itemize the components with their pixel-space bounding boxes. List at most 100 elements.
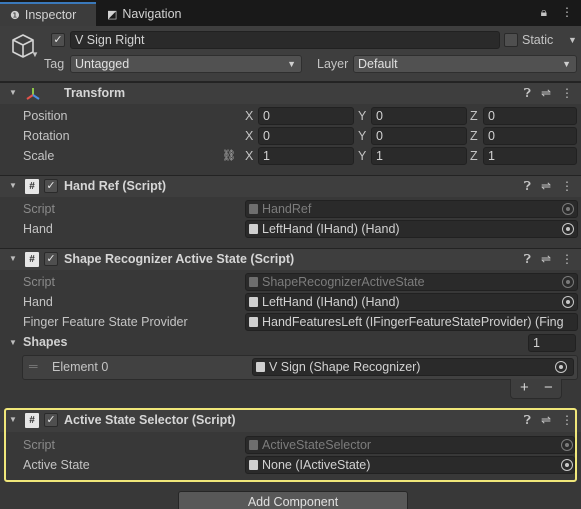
object-picker-icon: [562, 203, 574, 215]
hand-label: Hand: [23, 295, 53, 309]
help-icon[interactable]: ❓︎: [524, 179, 531, 194]
component-enabled-checkbox[interactable]: ✓: [44, 252, 58, 266]
hand-field[interactable]: LeftHand (IHand) (Hand): [245, 293, 578, 311]
rotation-y-input[interactable]: 0: [371, 127, 467, 145]
scale-y-input[interactable]: 1: [371, 147, 467, 165]
finger-feature-provider-field[interactable]: HandFeaturesLeft (IFingerFeatureStatePro…: [245, 313, 578, 331]
kebab-menu-icon[interactable]: ⋮: [561, 86, 573, 101]
axis-x-label[interactable]: X: [245, 129, 253, 143]
preset-icon[interactable]: ⇌: [541, 252, 551, 267]
script-field: ShapeRecognizerActiveState: [245, 273, 578, 291]
position-label[interactable]: Position: [23, 109, 67, 123]
axis-z-label[interactable]: Z: [470, 109, 478, 123]
script-asset-icon: [249, 204, 258, 214]
shapes-label[interactable]: Shapes: [23, 335, 67, 349]
component-enabled-checkbox[interactable]: ✓: [44, 179, 58, 193]
script-field: HandRef: [245, 200, 578, 218]
axis-y-label[interactable]: Y: [358, 149, 366, 163]
hand-field[interactable]: LeftHand (IHand) (Hand): [245, 220, 578, 238]
add-element-button[interactable]: +: [520, 379, 529, 396]
tab-label: Navigation: [122, 7, 182, 21]
fold-arrow-icon[interactable]: ▼: [9, 254, 17, 263]
axis-x-label[interactable]: X: [245, 149, 253, 163]
position-x-input[interactable]: 0: [258, 107, 354, 125]
component-title: Hand Ref (Script): [64, 179, 167, 193]
script-icon: #: [25, 252, 39, 267]
list-add-remove-buttons: + −: [510, 379, 562, 399]
shape-recognizer-header[interactable]: ▼ # ✓ Shape Recognizer Active State (Scr…: [0, 248, 581, 270]
lock-icon[interactable]: 🔒︎: [541, 5, 547, 20]
shape-recognizer-asset-icon: [256, 362, 265, 372]
tab-navigation[interactable]: ◩ Navigation: [97, 2, 207, 26]
scale-x-input[interactable]: 1: [258, 147, 354, 165]
rotation-z-input[interactable]: 0: [483, 127, 577, 145]
chevron-down-icon: ▼: [562, 59, 571, 69]
constrain-proportions-icon[interactable]: ⛓: [222, 149, 236, 162]
script-asset-icon: [249, 317, 258, 327]
object-picker-icon[interactable]: [562, 296, 574, 308]
layer-value: Default: [358, 57, 398, 71]
help-icon[interactable]: ❓︎: [524, 86, 531, 101]
shapes-fold-arrow-icon[interactable]: ▼: [9, 338, 17, 347]
static-checkbox[interactable]: [504, 33, 518, 47]
fold-arrow-icon[interactable]: ▼: [9, 181, 17, 190]
axis-z-label[interactable]: Z: [470, 149, 478, 163]
component-title: Transform: [64, 86, 126, 100]
scale-label[interactable]: Scale: [23, 149, 54, 163]
object-picker-icon[interactable]: [562, 223, 574, 235]
position-y-input[interactable]: 0: [371, 107, 467, 125]
script-value: HandRef: [262, 202, 312, 216]
component-title: Shape Recognizer Active State (Script): [64, 252, 295, 266]
script-asset-icon: [249, 224, 258, 234]
axis-x-label[interactable]: X: [245, 109, 253, 123]
hand-label: Hand: [23, 222, 53, 236]
tab-inspector[interactable]: ❶ Inspector: [0, 2, 96, 26]
transform-header[interactable]: ▼ Transform ❓︎ ⇌ ⋮: [0, 82, 581, 104]
element-label: Element 0: [52, 360, 109, 374]
info-icon: ❶: [10, 9, 20, 22]
position-z-input[interactable]: 0: [483, 107, 577, 125]
hand-value: LeftHand (IHand) (Hand): [262, 222, 400, 236]
tag-label: Tag: [44, 57, 65, 71]
provider-value: HandFeaturesLeft (IFingerFeatureStatePro…: [262, 315, 564, 329]
layer-label: Layer: [317, 57, 349, 71]
kebab-menu-icon[interactable]: ⋮: [561, 5, 573, 20]
element-0-field[interactable]: V Sign (Shape Recognizer): [252, 358, 574, 376]
kebab-menu-icon[interactable]: ⋮: [561, 179, 573, 194]
preset-icon[interactable]: ⇌: [541, 179, 551, 194]
hand-ref-header[interactable]: ▼ # ✓ Hand Ref (Script) ❓︎ ⇌ ⋮: [0, 175, 581, 197]
remove-element-button[interactable]: −: [544, 379, 553, 396]
drag-handle-icon[interactable]: ═: [29, 359, 38, 373]
help-icon[interactable]: ❓︎: [524, 252, 531, 267]
object-picker-icon[interactable]: [555, 361, 567, 373]
axis-y-label[interactable]: Y: [358, 109, 366, 123]
script-value: ShapeRecognizerActiveState: [262, 275, 425, 289]
finger-feature-provider-label: Finger Feature State Provider: [23, 315, 188, 329]
script-label: Script: [23, 202, 55, 216]
script-asset-icon: [249, 277, 258, 287]
tab-bar: ❶ Inspector ◩ Navigation 🔒︎ ⋮: [0, 0, 581, 26]
add-component-button[interactable]: Add Component: [178, 491, 408, 509]
fold-arrow-icon[interactable]: ▼: [9, 88, 17, 97]
navigation-icon: ◩: [107, 8, 118, 21]
tab-label: Inspector: [24, 8, 77, 22]
layer-dropdown[interactable]: Default ▼: [353, 55, 577, 73]
kebab-menu-icon[interactable]: ⋮: [561, 252, 573, 267]
axis-z-label[interactable]: Z: [470, 129, 478, 143]
component-highlight-frame: [4, 408, 577, 482]
rotation-label[interactable]: Rotation: [23, 129, 70, 143]
static-dropdown-icon[interactable]: ▼: [568, 35, 577, 45]
chevron-down-icon: ▼: [287, 59, 296, 69]
tag-dropdown[interactable]: Untagged ▼: [70, 55, 302, 73]
gameobject-name-input[interactable]: V Sign Right: [70, 31, 500, 49]
cube-dropdown-icon[interactable]: ▼: [31, 50, 39, 59]
script-asset-icon: [249, 297, 258, 307]
preset-icon[interactable]: ⇌: [541, 86, 551, 101]
scale-z-input[interactable]: 1: [483, 147, 577, 165]
shapes-count-input[interactable]: 1: [528, 334, 576, 352]
axis-y-label[interactable]: Y: [358, 129, 366, 143]
tag-value: Untagged: [75, 57, 130, 71]
rotation-x-input[interactable]: 0: [258, 127, 354, 145]
active-checkbox[interactable]: ✓: [51, 33, 65, 47]
hand-value: LeftHand (IHand) (Hand): [262, 295, 400, 309]
